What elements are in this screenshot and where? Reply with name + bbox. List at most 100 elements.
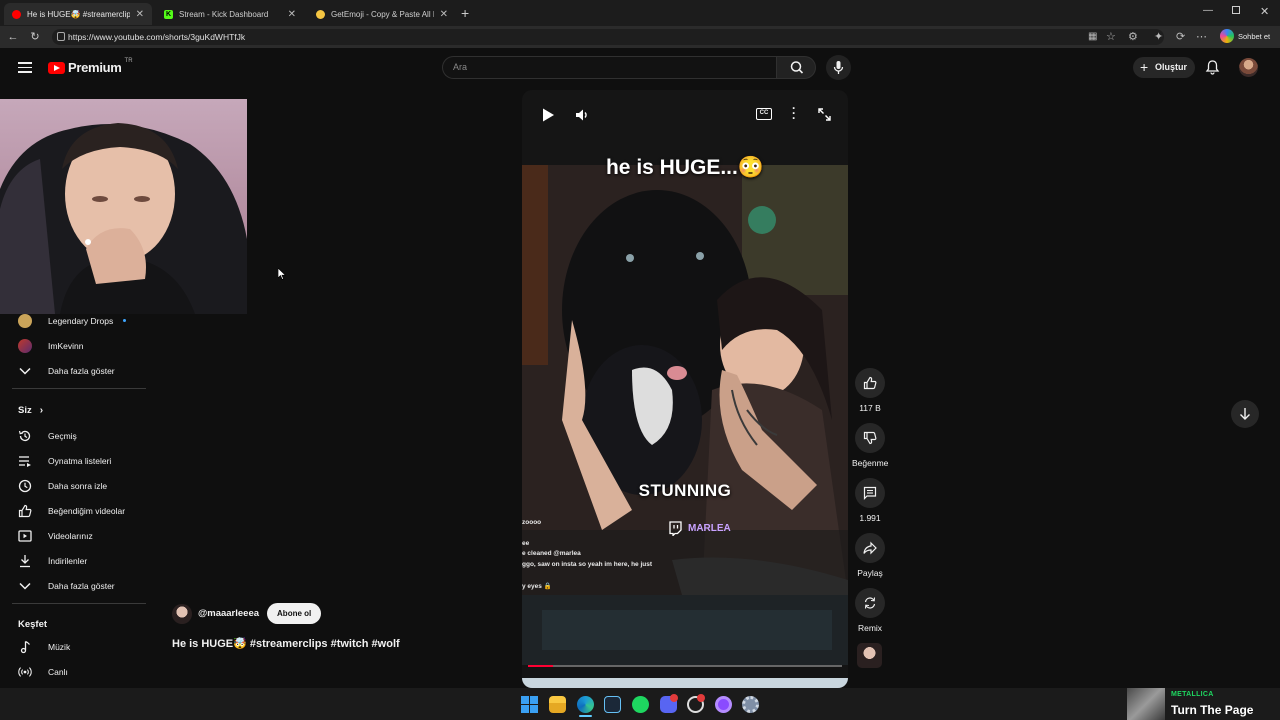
play-button[interactable] [541,107,555,123]
sidebar-sub-imkevinn[interactable]: ImKevinn [18,333,83,358]
restore-icon[interactable] [1232,6,1240,14]
subscribe-button[interactable]: Abone ol [267,603,322,624]
tab-kick-dashboard[interactable]: K Stream - Kick Dashboard ✕ [156,3,304,25]
captions-icon[interactable]: CC [756,108,772,120]
sidebar-item-playlists[interactable]: Oynatma listeleri [18,448,111,473]
comment-icon [855,478,885,508]
search-input[interactable]: Ara [442,56,776,79]
sidebar-item-liked-videos[interactable]: Beğendiğim videolar [18,498,125,523]
more-menu-icon[interactable]: ⋯ [1196,30,1207,43]
copilot-label: Sohbet et [1238,31,1271,41]
streamer-webcam-overlay [0,99,247,314]
sidebar-you-show-more[interactable]: Daha fazla göster [18,573,115,598]
voice-search-button[interactable] [826,55,851,80]
sidebar-item-label: Müzik [48,641,71,652]
twitch-logo-icon [669,521,682,536]
remix-button[interactable]: Remix [852,588,888,633]
copilot-button[interactable]: Sohbet et [1220,29,1270,43]
twitch-username: MARLEA [688,523,731,534]
sidebar-item-label: Daha fazla göster [48,580,115,591]
favorites-icon[interactable]: ✦ [1154,30,1163,43]
more-options-icon[interactable]: · · · [792,102,796,124]
channel-avatar [18,313,32,328]
site-info-icon[interactable] [57,32,65,41]
notifications-bell-icon[interactable] [1205,59,1220,75]
windows-start-icon[interactable] [521,696,538,713]
section-title: Siz [18,405,32,416]
remix-icon [855,588,885,618]
sidebar-item-history[interactable]: Geçmiş [18,423,77,448]
sidebar-item-label: Legendary Drops [48,315,114,326]
settings-gear-icon[interactable] [742,696,759,713]
copilot-icon [1220,29,1234,43]
sidebar-item-music[interactable]: Müzik [18,634,70,659]
sidebar-divider [12,388,146,389]
search-button[interactable] [776,56,816,79]
url-text: https://www.youtube.com/shorts/3guKdWHTf… [68,32,246,42]
video-progress-fill [528,665,554,667]
favorite-star-icon[interactable]: ☆ [1106,30,1116,43]
live-dot-icon [123,319,127,322]
short-title[interactable]: He is HUGE🤯 #streamerclips #twitch #wolf [172,637,400,650]
create-label: Oluştur [1155,62,1188,72]
chevron-down-icon [18,364,32,378]
now-playing-artist: METALLICA [1171,691,1214,698]
sidebar-item-your-videos[interactable]: Videolarınız [18,523,93,548]
sidebar-subs-show-more[interactable]: Daha fazla göster [18,358,115,383]
sidebar-item-label: İndirilenler [48,555,88,566]
close-window-icon[interactable]: ✕ [1260,5,1269,18]
menu-hamburger-icon[interactable] [18,62,32,73]
sidebar-item-label: Oynatma listeleri [48,455,112,466]
tab-getemoji[interactable]: GetEmoji - Copy & Paste All Emojis ✕ [308,3,456,25]
search-placeholder: Ara [453,62,468,72]
tab-youtube[interactable]: He is HUGE🤯 #streamerclips #twitch #wolf… [4,3,152,25]
chat-line: zoooo [522,519,542,526]
collections-icon[interactable]: ⟳ [1176,30,1185,43]
url-bar[interactable]: https://www.youtube.com/shorts/3guKdWHTf… [52,29,1164,45]
app-icon[interactable] [715,696,732,713]
minimize-icon[interactable]: — [1203,5,1213,16]
arrow-down-icon [1240,408,1250,420]
mouse-cursor-icon [278,268,286,280]
microphone-icon [833,61,844,74]
twitch-name-overlay: MARLEA [668,521,731,536]
sidebar-item-downloads[interactable]: İndirilenler [18,548,87,573]
new-tab-icon[interactable]: + [461,5,469,21]
dislike-button[interactable]: Beğenme [852,423,888,468]
fullscreen-icon[interactable] [818,108,831,121]
sidebar-item-label: Canlı [48,666,68,677]
account-avatar[interactable] [1239,58,1258,77]
file-explorer-icon[interactable] [549,696,566,713]
close-tab-icon[interactable]: ✕ [440,9,448,20]
sidebar-item-watch-later[interactable]: Daha sonra izle [18,473,107,498]
extensions-icon[interactable]: ⚙ [1128,30,1138,43]
sidebar-item-live[interactable]: Canlı [18,659,68,684]
channel-handle[interactable]: @maaarleeea [198,608,259,619]
youtube-logo[interactable]: Premium TR [48,58,133,75]
comments-button[interactable]: 1.991 [852,478,888,523]
video-progress-bar[interactable] [528,665,842,667]
channel-avatar[interactable] [172,603,192,624]
create-button[interactable]: + Oluştur [1133,57,1195,78]
next-short-button[interactable] [1231,400,1259,428]
kick-favicon-icon: K [164,9,173,19]
live-icon [18,665,32,679]
back-icon[interactable]: ← [6,30,20,44]
steam-icon[interactable] [604,696,621,713]
reload-icon[interactable]: ↻ [28,30,42,44]
volume-button[interactable] [574,107,590,123]
reader-mode-icon[interactable]: ▦ [1088,31,1097,42]
sidebar-item-label: ImKevinn [48,340,84,351]
notification-badge [670,694,678,702]
short-video-player[interactable]: CC · · · he is HUGE...😳 STUNNING MARLEA zo… [522,90,848,688]
share-icon [855,533,885,563]
close-tab-icon[interactable]: ✕ [288,9,296,20]
audio-source-thumbnail[interactable] [857,643,882,668]
sidebar-you-header[interactable]: Siz › [18,405,43,416]
like-button[interactable]: 117 B [852,368,888,413]
edge-browser-icon[interactable] [577,696,594,713]
close-tab-icon[interactable]: ✕ [136,9,144,20]
spotify-icon[interactable] [632,696,649,713]
share-button[interactable]: Paylaş [852,533,888,578]
play-icon [543,108,554,122]
